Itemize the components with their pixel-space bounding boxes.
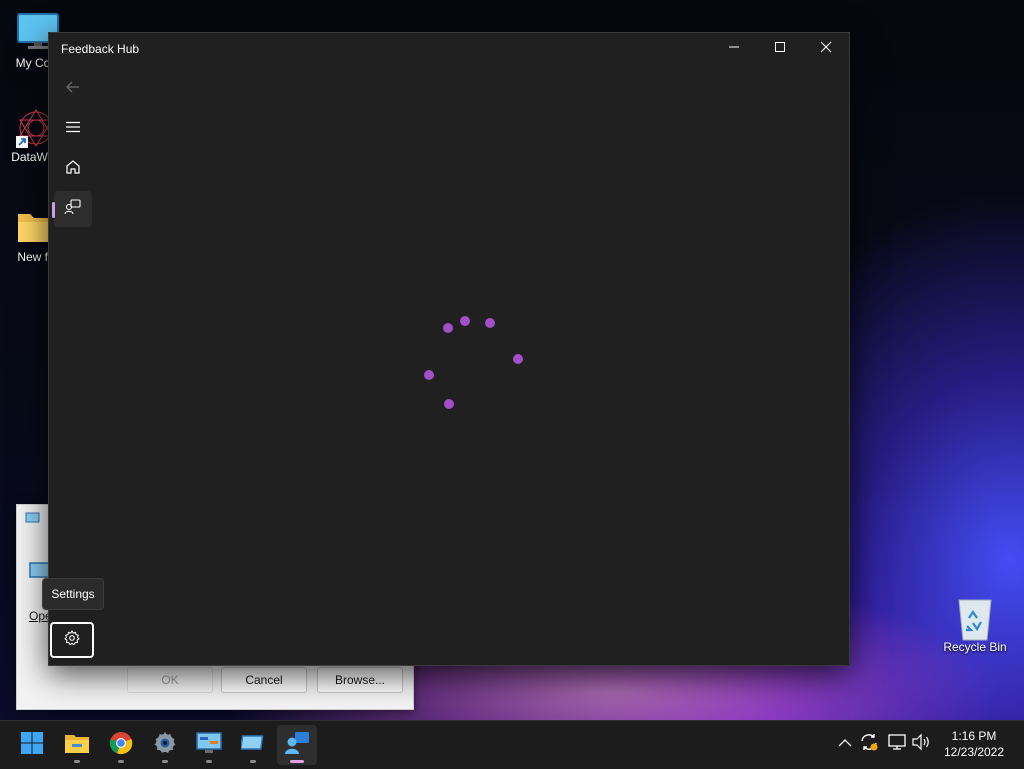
taskbar-clock[interactable]: 1:16 PM 12/23/2022 xyxy=(936,728,1012,760)
gear-icon xyxy=(153,731,177,760)
taskbar-settings[interactable] xyxy=(145,725,185,765)
close-button[interactable] xyxy=(803,33,849,65)
active-indicator xyxy=(290,760,304,763)
running-indicator xyxy=(118,760,124,763)
taskbar-feedback-hub[interactable] xyxy=(277,725,317,765)
clock-time: 1:16 PM xyxy=(951,729,997,743)
selection-indicator xyxy=(52,202,55,218)
dialog-app-icon xyxy=(25,511,41,523)
taskbar-file-explorer[interactable] xyxy=(57,725,97,765)
cancel-button[interactable]: Cancel xyxy=(221,667,307,693)
maximize-button[interactable] xyxy=(757,33,803,65)
spinner-dot xyxy=(424,370,434,380)
taskbar xyxy=(0,720,1024,769)
hamburger-menu-icon xyxy=(65,119,81,140)
menu-button[interactable] xyxy=(54,111,92,147)
feedback-hub-window: Feedback Hub xyxy=(48,32,850,666)
clock-date: 12/23/2022 xyxy=(943,745,1005,759)
remote-desktop-icon xyxy=(239,733,265,758)
gear-icon xyxy=(64,629,80,651)
desktop-icon-label: Recycle Bin xyxy=(943,640,1007,654)
tray-sync-button[interactable] xyxy=(858,733,880,755)
control-panel-icon xyxy=(196,731,222,760)
running-indicator xyxy=(206,760,212,763)
back-button[interactable] xyxy=(54,71,92,107)
running-indicator xyxy=(162,760,168,763)
running-indicator xyxy=(74,760,80,763)
window-title: Feedback Hub xyxy=(61,42,140,56)
browse-button[interactable]: Browse... xyxy=(317,667,403,693)
nav-item-feedback[interactable] xyxy=(54,191,92,227)
taskbar-control-panel[interactable] xyxy=(189,725,229,765)
settings-tooltip: Settings xyxy=(42,578,104,610)
taskbar-remote-desktop[interactable] xyxy=(233,725,273,765)
network-icon xyxy=(887,733,907,756)
folder-icon xyxy=(64,732,90,759)
minimize-icon xyxy=(728,40,740,58)
taskbar-chrome[interactable] xyxy=(101,725,141,765)
spinner-dot xyxy=(513,354,523,364)
volume-icon xyxy=(911,733,931,756)
chrome-icon xyxy=(109,731,133,760)
settings-button[interactable] xyxy=(50,622,94,658)
minimize-button[interactable] xyxy=(711,33,757,65)
spinner-dot xyxy=(485,318,495,328)
tray-network-button[interactable] xyxy=(886,733,908,755)
spinner-dot xyxy=(444,399,454,409)
tray-volume-button[interactable] xyxy=(910,733,932,755)
nav-item-home[interactable] xyxy=(54,151,92,187)
sync-icon xyxy=(859,732,879,757)
running-indicator xyxy=(250,760,256,763)
back-arrow-icon xyxy=(65,79,81,100)
feedback-hub-icon xyxy=(284,731,310,760)
ok-button[interactable]: OK xyxy=(127,667,213,693)
maximize-icon xyxy=(774,40,786,58)
chevron-up-icon xyxy=(838,735,852,753)
desktop-icon-recycle-bin[interactable]: Recycle Bin xyxy=(939,596,1011,654)
windows-logo-icon xyxy=(20,731,44,760)
feedback-icon xyxy=(64,198,82,221)
show-hidden-icons-button[interactable] xyxy=(834,733,856,755)
home-icon xyxy=(65,159,81,180)
start-button[interactable] xyxy=(12,725,52,765)
spinner-dot xyxy=(443,323,453,333)
recycle-bin-icon xyxy=(953,596,997,641)
close-icon xyxy=(820,40,832,58)
spinner-dot xyxy=(460,316,470,326)
